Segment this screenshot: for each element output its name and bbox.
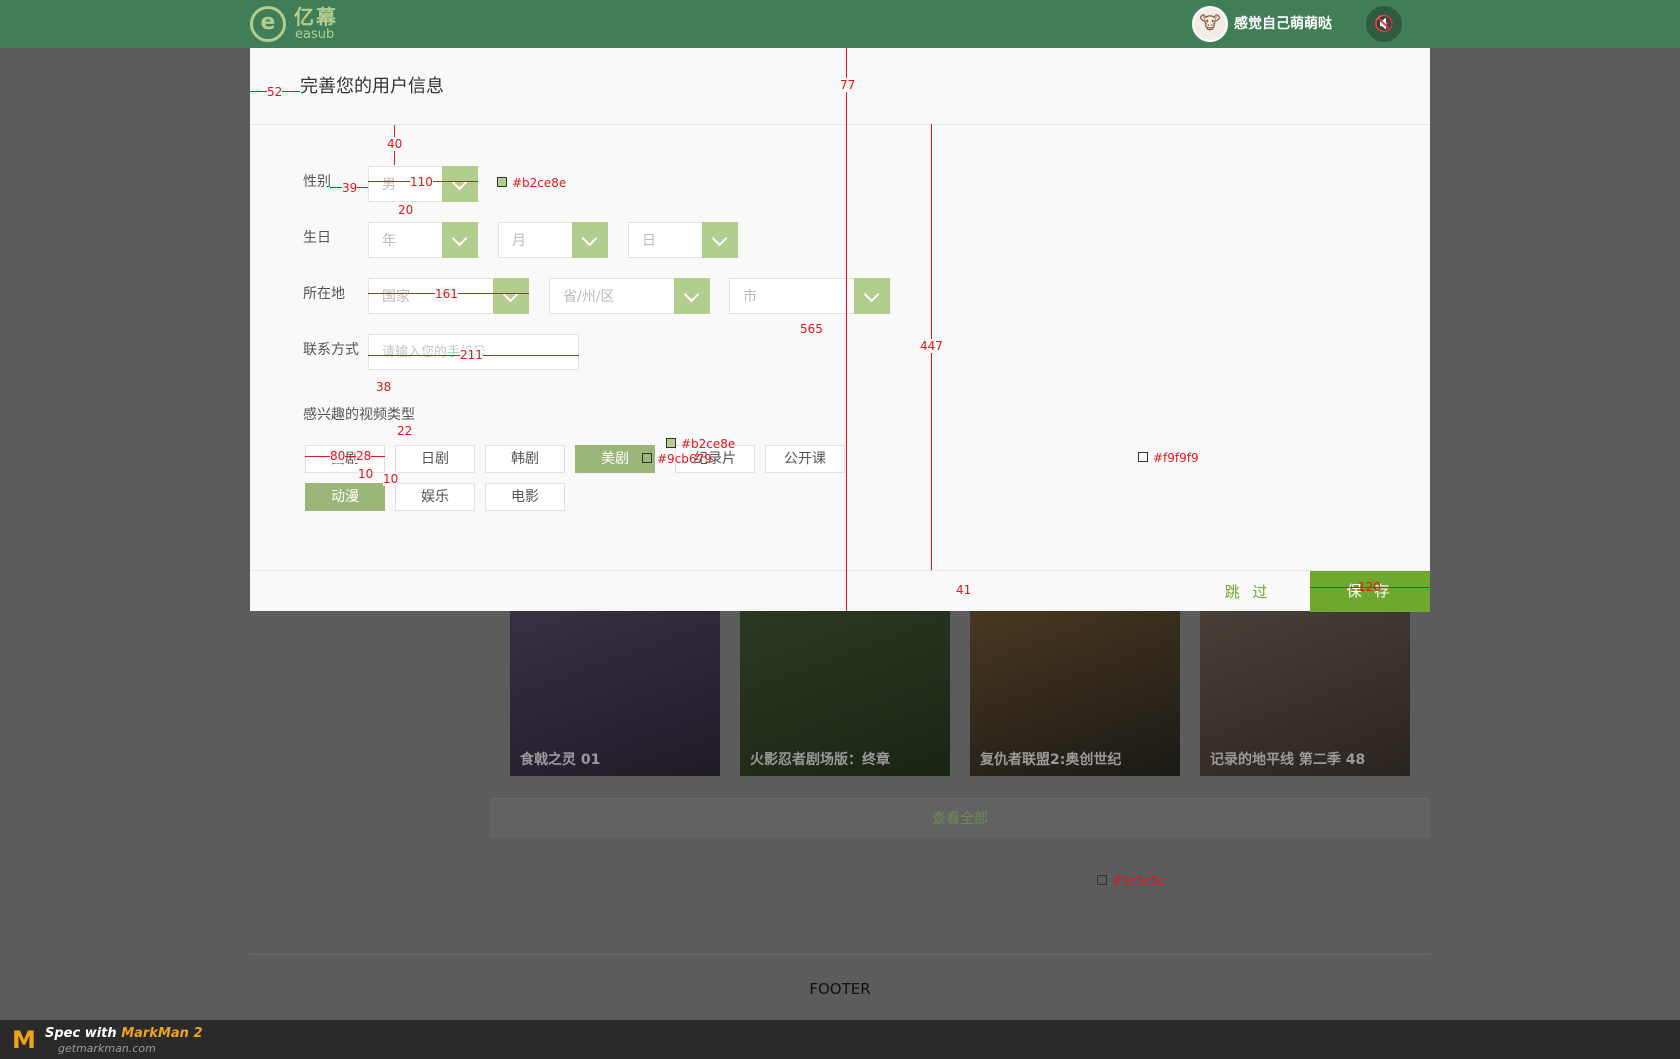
video-title: 食戟之灵 01 [520, 752, 601, 768]
view-all-link[interactable]: 查看全部 [490, 809, 1430, 829]
country-placeholder: 国家 [382, 289, 410, 305]
spec-label: 80 [330, 449, 346, 463]
birth-month-select[interactable]: 月 [498, 222, 608, 258]
interest-tag[interactable]: 日剧 [395, 445, 475, 473]
city-placeholder: 市 [743, 289, 757, 305]
video-title: 火影忍者剧场版：终章 [750, 752, 890, 768]
markman-logo-icon: M [12, 1026, 36, 1054]
logo-cn-text: 亿幕 [294, 5, 338, 29]
chevron-down-icon [854, 278, 890, 314]
city-select[interactable]: 市 [729, 278, 890, 314]
spec-color-label: #f9f9f9 [1153, 451, 1199, 465]
modal-title: 完善您的用户信息 [300, 76, 444, 97]
day-placeholder: 日 [642, 233, 656, 249]
province-placeholder: 省/州/区 [563, 289, 615, 305]
spec-label: 39 [342, 181, 358, 195]
spec-label: 22 [397, 424, 413, 438]
view-all-bar: 查看全部 [490, 798, 1430, 838]
top-header: e 亿幕 easub 🐮 感觉自己萌萌哒 🔇 [0, 0, 1680, 48]
location-label: 所在地 [303, 286, 345, 302]
color-swatch [1097, 875, 1107, 885]
video-title: 记录的地平线 第二季 48 [1210, 752, 1366, 768]
spec-label: 52 [267, 85, 283, 99]
color-swatch [497, 177, 507, 187]
gender-placeholder: 男 [382, 177, 396, 193]
spec-label: 447 [920, 339, 943, 353]
color-swatch [666, 438, 676, 448]
user-info-modal: 完善您的用户信息 性别 男 生日 年 月 日 所在地 国家 省/州/区 市 联系… [250, 48, 1430, 612]
chevron-down-icon [572, 222, 608, 258]
province-select[interactable]: 省/州/区 [549, 278, 710, 314]
year-placeholder: 年 [382, 233, 396, 249]
user-name[interactable]: 感觉自己萌萌哒 [1234, 14, 1332, 34]
interest-tag[interactable]: 电影 [485, 483, 565, 511]
logo-mark-icon: e [250, 6, 286, 42]
spec-label: 10 [358, 467, 374, 481]
markman-bar: M Spec with MarkMan 2 getmarkman.com [0, 1020, 1680, 1059]
markman-brand: MarkMan 2 [121, 1026, 203, 1041]
logo-en-text: easub [295, 27, 335, 42]
modal-footer: 跳 过 保 存 [250, 570, 1430, 612]
markman-prefix: Spec with [45, 1026, 122, 1041]
color-swatch [642, 453, 652, 463]
spec-color-label: #b2ce8e [512, 176, 567, 190]
chevron-down-icon [702, 222, 738, 258]
easub-logo[interactable]: e 亿幕 easub [250, 6, 345, 42]
color-swatch [1138, 452, 1148, 462]
month-placeholder: 月 [512, 233, 526, 249]
markman-brand-line: Spec with MarkMan 2 [45, 1026, 203, 1042]
birth-year-select[interactable]: 年 [368, 222, 478, 258]
interest-tag-selected[interactable]: 动漫 [305, 483, 385, 511]
spec-label: 565 [800, 322, 823, 336]
skip-button[interactable]: 跳 过 [1208, 581, 1288, 603]
spec-color-label: #9cb679 [657, 452, 712, 466]
cow-avatar-icon[interactable]: 🐮 [1192, 6, 1228, 42]
markman-url: getmarkman.com [58, 1042, 156, 1055]
spec-label: 38 [376, 380, 392, 394]
video-card[interactable]: 复仇者联盟2:奥创世纪 [970, 606, 1180, 776]
contact-label: 联系方式 [303, 342, 359, 358]
interests-label: 感兴趣的视频类型 [303, 407, 415, 423]
spec-label: 77 [840, 78, 856, 92]
chevron-down-icon [442, 166, 478, 202]
video-card[interactable]: 记录的地平线 第二季 48 [1200, 606, 1410, 776]
spec-line [846, 48, 847, 611]
spec-label: 211 [460, 348, 483, 362]
interest-tag[interactable]: 韩剧 [485, 445, 565, 473]
mute-icon[interactable]: 🔇 [1366, 6, 1402, 42]
interest-tag[interactable]: 公开课 [765, 445, 845, 473]
spec-label: 40 [387, 137, 403, 151]
spec-color-label: #b2ce8e [681, 437, 736, 451]
interest-tag[interactable]: 娱乐 [395, 483, 475, 511]
chevron-down-icon [493, 278, 529, 314]
spec-color-label: #5c5c5c [1112, 874, 1165, 888]
birth-day-select[interactable]: 日 [628, 222, 738, 258]
spec-label: 120 [1358, 580, 1381, 594]
footer-divider [250, 954, 1430, 955]
spec-label: 10 [383, 472, 399, 486]
spec-label: 110 [410, 175, 433, 189]
spec-label: 20 [398, 203, 414, 217]
footer: FOOTER [809, 980, 871, 998]
spec-label: 28 [356, 449, 372, 463]
video-title: 复仇者联盟2:奥创世纪 [980, 752, 1122, 768]
video-card[interactable]: 食戟之灵 01 [510, 606, 720, 776]
gender-label: 性别 [303, 174, 331, 190]
spec-label: 161 [435, 287, 458, 301]
spec-label: 41 [956, 583, 972, 597]
chevron-down-icon [442, 222, 478, 258]
chevron-down-icon [674, 278, 710, 314]
video-card[interactable]: 火影忍者剧场版：终章 [740, 606, 950, 776]
birthday-label: 生日 [303, 230, 331, 246]
